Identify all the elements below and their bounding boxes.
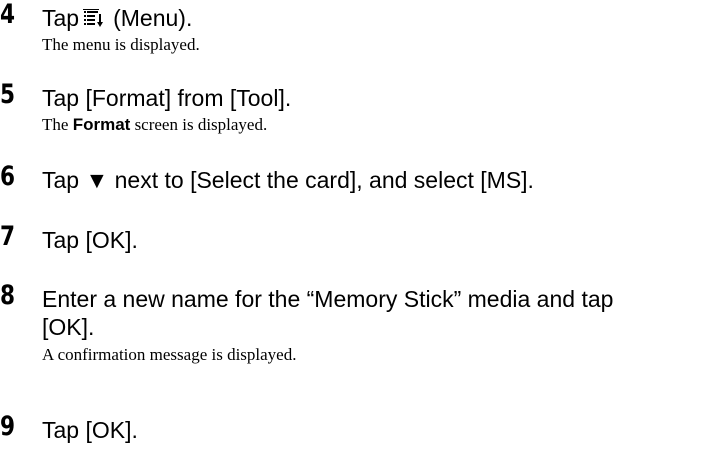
step-number: 6 (0, 161, 16, 192)
step-description: The Format screen is displayed. (42, 115, 267, 135)
step-title-line-1: Enter a new name for the “Memory Stick” … (42, 286, 614, 312)
step-number: 5 (0, 79, 16, 110)
step-title-suffix: (Menu). (113, 5, 193, 31)
format-label: Format (72, 115, 131, 134)
step-description: The menu is displayed. (42, 35, 200, 54)
desc-suffix: screen is displayed. (130, 115, 268, 134)
step-title: Tap ▼ next to [Select the card], and sel… (42, 167, 534, 193)
step-title: Tap [OK]. (42, 417, 138, 443)
step-description: A confirmation message is displayed. (42, 345, 297, 364)
step-number: 9 (0, 411, 16, 442)
menu-icon (83, 7, 105, 27)
step-title: Tap (Menu). (42, 4, 716, 32)
step-title: Tap [OK]. (42, 227, 138, 253)
step-number: 4 (0, 0, 16, 30)
desc-prefix: The (42, 115, 73, 134)
step-title-line-2: [OK]. (42, 314, 95, 340)
step-number: 8 (0, 280, 16, 311)
step-title-text: Tap (42, 5, 80, 31)
step-title: Tap [Format] from [Tool]. (42, 85, 292, 111)
step-number: 7 (0, 221, 16, 252)
step-title: Enter a new name for the “Memory Stick” … (42, 285, 716, 341)
